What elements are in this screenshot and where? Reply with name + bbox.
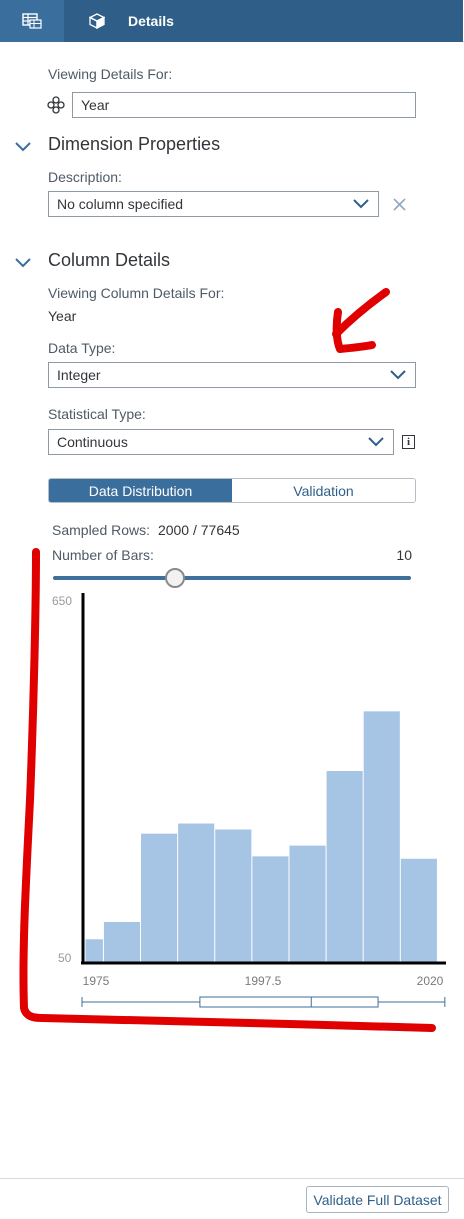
chevron-down-icon: [353, 199, 369, 209]
histogram-bar[interactable]: [363, 711, 400, 962]
viewing-details-field[interactable]: Year: [72, 92, 416, 118]
histogram-bar[interactable]: [85, 939, 103, 962]
description-select[interactable]: No column specified: [48, 191, 379, 217]
collapse-chevron-icon[interactable]: [14, 256, 32, 270]
statistical-type-select[interactable]: Continuous: [48, 429, 394, 455]
number-of-bars-label: Number of Bars:: [52, 547, 154, 563]
x-tick-label: 1997.5: [245, 974, 282, 988]
viewing-details-label: Viewing Details For:: [48, 66, 173, 82]
distribution-validation-toggle: Data Distribution Validation: [48, 478, 416, 503]
histogram-bar[interactable]: [103, 921, 141, 962]
viewing-column-label: Viewing Column Details For:: [48, 285, 225, 301]
collapse-chevron-icon[interactable]: [14, 140, 32, 154]
dimension-icon: [47, 96, 65, 114]
data-type-select[interactable]: Integer: [48, 362, 416, 388]
cube-icon: [88, 12, 106, 30]
histogram-bar[interactable]: [326, 771, 363, 962]
tab-details[interactable]: Details: [64, 0, 463, 42]
data-distribution-button[interactable]: Data Distribution: [49, 479, 232, 502]
y-tick-label: 50: [58, 951, 72, 965]
top-tab-bar: Details: [0, 0, 464, 42]
column-details-title: Column Details: [48, 250, 171, 270]
histogram-bar[interactable]: [289, 845, 326, 962]
number-of-bars-value: 10: [396, 547, 412, 563]
annotation-arrow: [332, 288, 390, 353]
histogram-bar[interactable]: [215, 829, 252, 962]
data-type-label: Data Type:: [48, 340, 116, 356]
statistical-type-value: Continuous: [57, 434, 128, 450]
validation-button[interactable]: Validation: [232, 479, 415, 502]
chevron-down-icon: [390, 370, 406, 380]
y-tick-label: 650: [52, 594, 72, 608]
boxplot-box: [199, 996, 379, 1008]
histogram-bar[interactable]: [178, 823, 215, 962]
histogram-bar[interactable]: [400, 858, 437, 962]
bars-slider-track[interactable]: [53, 576, 411, 580]
sampled-rows-label: Sampled Rows:: [52, 522, 151, 538]
dimension-properties-title: Dimension Properties: [48, 134, 221, 154]
boxplot: [81, 996, 446, 1008]
viewing-details-value: Year: [81, 97, 110, 113]
tab-details-label: Details: [128, 13, 174, 29]
statistical-type-label: Statistical Type:: [48, 406, 146, 422]
data-type-value: Integer: [57, 367, 101, 383]
info-icon[interactable]: i: [402, 435, 415, 449]
x-tick-label: 1975: [83, 974, 110, 988]
clear-icon[interactable]: [393, 198, 406, 211]
table-icon: [22, 13, 42, 29]
description-value: No column specified: [57, 196, 184, 212]
sampled-rows: Sampled Rows: 2000 / 77645: [52, 522, 240, 538]
validate-full-dataset-button[interactable]: Validate Full Dataset: [306, 1186, 449, 1213]
tab-table-view[interactable]: [0, 0, 64, 42]
x-tick-label: 2020: [417, 974, 444, 988]
description-label: Description:: [48, 169, 122, 185]
histogram-bar[interactable]: [141, 833, 178, 962]
histogram-bar[interactable]: [252, 856, 289, 962]
distribution-histogram: 650 50 1975 1997.5 2020: [52, 593, 446, 1008]
chevron-down-icon: [368, 437, 384, 447]
sampled-rows-value: 2000 / 77645: [157, 522, 240, 538]
viewing-column-value: Year: [48, 308, 77, 324]
